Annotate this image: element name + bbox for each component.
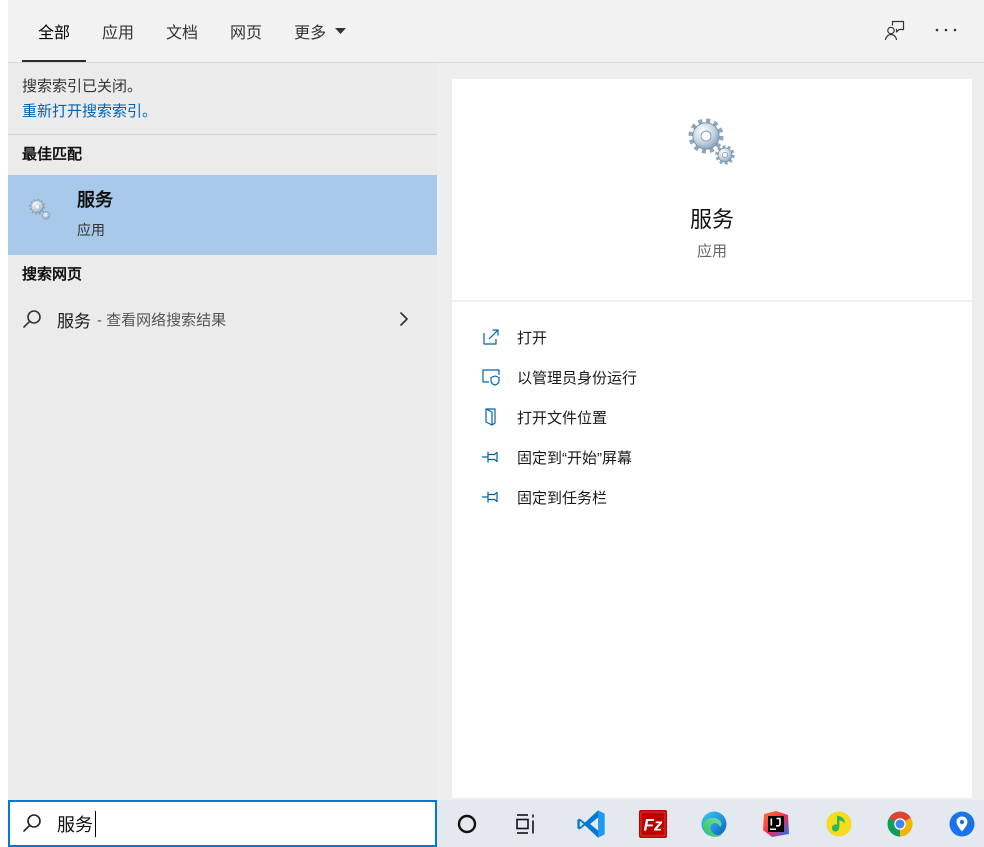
tab-label: 网页 (230, 25, 263, 42)
search-icon (22, 813, 42, 833)
cortana-icon (456, 813, 478, 835)
tab-web[interactable]: 网页 (214, 0, 278, 62)
tab-more[interactable]: 更多 (278, 0, 362, 62)
search-input-text: 服务 (57, 802, 96, 845)
preview-type: 应用 (696, 243, 727, 260)
action-label: 固定到“开始”屏幕 (517, 449, 632, 467)
more-options-icon (935, 27, 957, 33)
taskbar-filezilla-button[interactable]: Fz (631, 800, 675, 847)
best-match-type: 应用 (77, 222, 105, 238)
search-input[interactable]: 服务 (8, 800, 437, 847)
preview-title: 服务 (689, 207, 734, 232)
web-search-suffix: - 查看网络搜索结果 (97, 311, 227, 329)
qq-music-icon (825, 810, 853, 838)
tab-label: 应用 (102, 25, 135, 42)
action-label: 以管理员身份运行 (517, 369, 638, 387)
tab-all[interactable]: 全部 (22, 0, 87, 62)
action-pin-to-start[interactable]: 固定到“开始”屏幕 (452, 437, 972, 477)
run-as-admin-icon (481, 367, 501, 387)
index-disabled-message: 搜索索引已关闭。 (22, 78, 143, 95)
edge-icon (700, 810, 728, 838)
pin-icon (481, 487, 501, 507)
tab-label: 更多 (294, 25, 327, 42)
preview-card: 服务 应用 打开 以管理员身份运行 打开文件位置 固定到“开始”屏幕 固定到任务… (452, 79, 972, 798)
action-pin-to-taskbar[interactable]: 固定到任务栏 (452, 477, 972, 517)
action-open-file-location[interactable]: 打开文件位置 (452, 397, 972, 437)
taskbar: Fz (437, 800, 984, 847)
chevron-right-icon[interactable] (398, 311, 410, 327)
feedback-button[interactable] (878, 10, 912, 50)
taskbar-maps-button[interactable] (940, 800, 984, 847)
more-options-button[interactable] (929, 10, 963, 50)
preview-pane: 服务 应用 打开 以管理员身份运行 打开文件位置 固定到“开始”屏幕 固定到任务… (437, 63, 984, 800)
action-list: 打开 以管理员身份运行 打开文件位置 固定到“开始”屏幕 固定到任务栏 (452, 317, 972, 517)
reenable-index-link[interactable]: 重新打开搜索索引。 (22, 102, 157, 122)
action-label: 固定到任务栏 (517, 489, 608, 507)
web-search-header: 搜索网页 (22, 266, 83, 283)
taskbar-jetbrains-button[interactable] (754, 800, 798, 847)
web-search-result[interactable]: 服务 - 查看网络搜索结果 (8, 298, 437, 340)
task-view-icon (515, 812, 539, 836)
action-label: 打开 (517, 329, 548, 347)
search-scope-tabbar: 全部 应用 文档 网页 更多 (8, 0, 984, 63)
best-match-item-services[interactable]: 服务 应用 (8, 175, 437, 255)
text-caret (95, 810, 96, 837)
results-panel: 搜索索引已关闭。 重新打开搜索索引。 最佳匹配 服务 应用 搜索网页 服务 - … (8, 63, 437, 800)
file-location-icon (481, 407, 501, 427)
scope-tabs: 全部 应用 文档 网页 更多 (22, 0, 362, 62)
taskbar-qq-music-button[interactable] (817, 800, 861, 847)
pin-icon (481, 447, 501, 467)
filezilla-logo-text: Fz (644, 815, 663, 834)
feedback-icon (884, 19, 906, 41)
best-match-header: 最佳匹配 (22, 146, 83, 163)
vscode-icon (576, 809, 606, 839)
search-query: 服务 (57, 814, 93, 835)
filezilla-icon: Fz (638, 809, 668, 839)
maps-pin-icon (948, 810, 976, 838)
tab-label: 文档 (166, 25, 199, 42)
taskbar-task-view-button[interactable] (505, 800, 549, 847)
action-run-as-admin[interactable]: 以管理员身份运行 (452, 357, 972, 397)
services-gear-icon (684, 115, 740, 171)
divider (8, 134, 437, 135)
open-icon (481, 327, 501, 347)
search-icon (22, 309, 42, 329)
web-search-text: 服务 - 查看网络搜索结果 (57, 298, 226, 340)
action-open[interactable]: 打开 (452, 317, 972, 357)
tab-documents[interactable]: 文档 (150, 0, 214, 62)
services-gear-icon (27, 197, 53, 223)
tab-apps[interactable]: 应用 (86, 0, 150, 62)
chevron-down-icon (335, 28, 347, 34)
taskbar-vscode-button[interactable] (569, 800, 613, 847)
taskbar-edge-button[interactable] (692, 800, 736, 847)
action-label: 打开文件位置 (517, 409, 608, 427)
divider (452, 300, 972, 302)
tab-label: 全部 (38, 25, 71, 42)
chrome-icon (886, 810, 914, 838)
taskbar-chrome-button[interactable] (878, 800, 922, 847)
web-search-query: 服务 (57, 311, 91, 331)
taskbar-cortana-button[interactable] (445, 800, 489, 847)
jetbrains-ide-icon (762, 810, 790, 838)
best-match-title: 服务 (77, 190, 113, 210)
